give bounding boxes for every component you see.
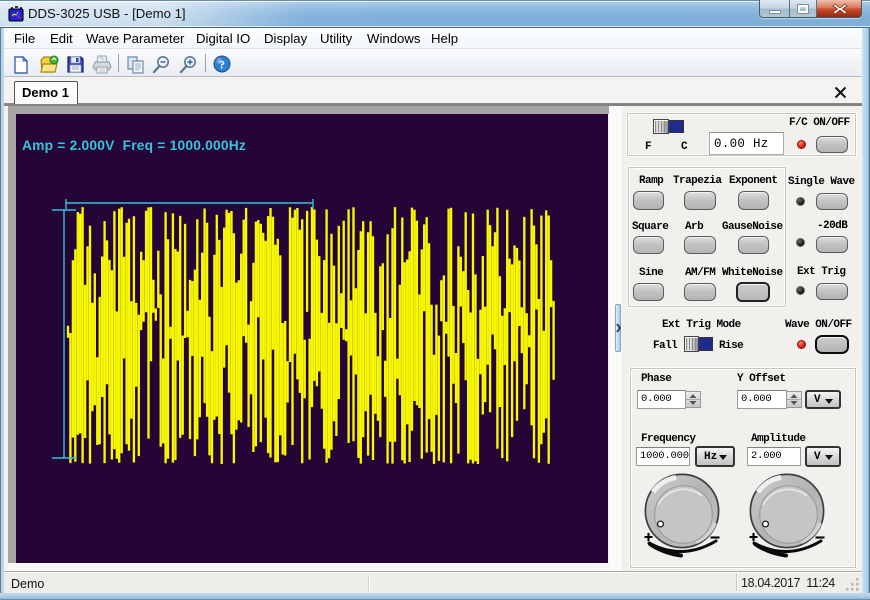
svg-text:?: ? xyxy=(219,58,225,72)
svg-text:Amp = 2.000V Freq = 1000.000H: Amp = 2.000V Freq = 1000.000Hz xyxy=(22,138,246,153)
